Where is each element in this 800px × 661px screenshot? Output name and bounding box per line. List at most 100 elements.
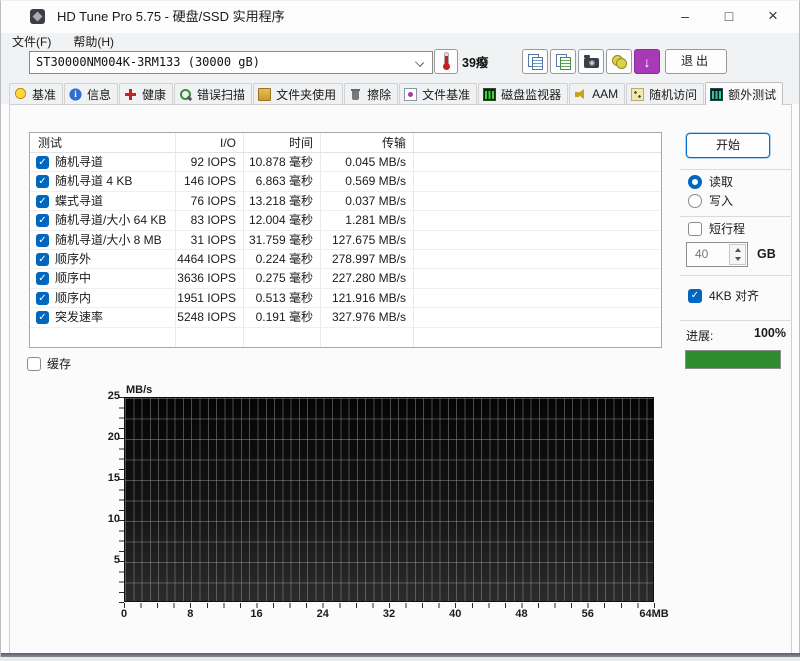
- extra-tests-page: 测试 I/O 时间 传输 随机寻道92 IOPS10.878 毫秒0.045 M…: [9, 104, 792, 654]
- tab-info[interactable]: 信息: [64, 83, 118, 104]
- copy-text-icon: [528, 54, 543, 69]
- size-unit-label: GB: [757, 242, 776, 267]
- tab-error-scan[interactable]: 错误扫描: [174, 83, 252, 104]
- tab-label: 文件基准: [420, 86, 472, 103]
- header-test[interactable]: 测试: [38, 133, 62, 153]
- row-checkbox[interactable]: [36, 175, 49, 188]
- tab-folder-usage[interactable]: 文件夹使用: [253, 83, 343, 104]
- copy-text-button[interactable]: [522, 49, 548, 74]
- table-row[interactable]: 随机寻道92 IOPS10.878 毫秒0.045 MB/s: [30, 153, 661, 172]
- test-name: 顺序内: [55, 289, 91, 308]
- row-checkbox[interactable]: [36, 214, 49, 227]
- io-value: 146 IOPS: [175, 172, 236, 191]
- exit-button[interactable]: 退出: [665, 49, 727, 74]
- test-name: 随机寻道: [55, 153, 103, 172]
- transfer-value: 278.997 MB/s: [320, 250, 406, 269]
- short-stroke-label[interactable]: 短行程: [709, 222, 745, 237]
- tab-disk-monitor[interactable]: 磁盘监视器: [478, 83, 568, 104]
- short-stroke-checkbox[interactable]: [688, 222, 702, 236]
- row-checkbox[interactable]: [36, 253, 49, 266]
- test-name: 随机寻道/大小 8 MB: [55, 231, 162, 250]
- spin-down-button[interactable]: [730, 255, 745, 265]
- maximize-button[interactable]: □: [707, 1, 751, 33]
- window-title: HD Tune Pro 5.75 - 硬盘/SSD 实用程序: [57, 1, 285, 33]
- write-label[interactable]: 写入: [709, 194, 733, 209]
- spin-up-button[interactable]: [730, 245, 745, 255]
- tab-aam[interactable]: AAM: [569, 83, 625, 104]
- menu-help[interactable]: 帮助(H): [62, 33, 125, 51]
- minimize-button[interactable]: –: [663, 1, 707, 33]
- app-logo-icon: [30, 9, 45, 24]
- row-checkbox[interactable]: [36, 156, 49, 169]
- row-checkbox[interactable]: [36, 234, 49, 247]
- download-button[interactable]: ↓: [634, 49, 660, 74]
- row-checkbox[interactable]: [36, 292, 49, 305]
- table-row[interactable]: 突发速率5248 IOPS0.191 毫秒327.976 MB/s: [30, 308, 661, 327]
- test-name: 随机寻道/大小 64 KB: [55, 211, 166, 230]
- spinner-buttons: [729, 244, 746, 265]
- row-checkbox[interactable]: [36, 311, 49, 324]
- tab-file-benchmark[interactable]: 文件基准: [399, 83, 477, 104]
- menu-file[interactable]: 文件(F): [1, 33, 62, 51]
- table-row[interactable]: 随机寻道/大小 64 KB83 IOPS12.004 毫秒1.281 MB/s: [30, 211, 661, 230]
- cache-label[interactable]: 缓存: [47, 357, 71, 372]
- camera-icon: [584, 58, 599, 68]
- table-row[interactable]: 随机寻道 4 KB146 IOPS6.863 毫秒0.569 MB/s: [30, 172, 661, 191]
- time-value: 31.759 毫秒: [243, 231, 313, 250]
- row-checkbox[interactable]: [36, 195, 49, 208]
- time-value: 0.275 毫秒: [243, 269, 313, 288]
- disk-monitor-icon: [483, 88, 496, 101]
- donate-button[interactable]: [606, 49, 632, 74]
- align-4kb-checkbox[interactable]: [688, 289, 702, 303]
- read-radio[interactable]: [688, 175, 702, 189]
- copy-image-button[interactable]: [550, 49, 576, 74]
- tab-label: AAM: [590, 87, 620, 101]
- table-row[interactable]: 蝶式寻道76 IOPS13.218 毫秒0.037 MB/s: [30, 192, 661, 211]
- tab-label: 信息: [85, 86, 113, 103]
- header-transfer[interactable]: 传输: [320, 133, 406, 153]
- row-checkbox[interactable]: [36, 272, 49, 285]
- time-value: 13.218 毫秒: [243, 192, 313, 211]
- header-io[interactable]: I/O: [175, 133, 236, 153]
- aam-icon: [574, 88, 587, 101]
- tab-label: 磁盘监视器: [499, 86, 563, 103]
- y-tick-label: 5: [88, 554, 120, 566]
- table-row[interactable]: 顺序外4464 IOPS0.224 毫秒278.997 MB/s: [30, 250, 661, 269]
- tab-extra-tests[interactable]: 额外测试: [705, 82, 783, 105]
- write-radio[interactable]: [688, 194, 702, 208]
- x-tick-label: 40: [449, 608, 461, 620]
- progress-bar-fill: [686, 351, 780, 368]
- test-name: 顺序外: [55, 250, 91, 269]
- tab-erase[interactable]: 擦除: [344, 83, 398, 104]
- drive-selector[interactable]: ST30000NM004K-3RM133 (30000 gB): [29, 51, 433, 74]
- transfer-value: 327.976 MB/s: [320, 308, 406, 327]
- table-row[interactable]: 顺序内1951 IOPS0.513 毫秒121.916 MB/s: [30, 289, 661, 308]
- close-button[interactable]: ×: [751, 1, 795, 33]
- x-tick-label: 56: [582, 608, 594, 620]
- temperature-button[interactable]: [434, 49, 458, 74]
- transfer-value: 0.569 MB/s: [320, 172, 406, 191]
- time-value: 0.513 毫秒: [243, 289, 313, 308]
- size-spinner[interactable]: 40: [686, 242, 748, 267]
- tab-health[interactable]: 健康: [119, 83, 173, 104]
- align-4kb-label[interactable]: 4KB 对齐: [709, 289, 759, 304]
- table-row[interactable]: 顺序中3636 IOPS0.275 毫秒227.280 MB/s: [30, 269, 661, 288]
- divider: [680, 169, 792, 170]
- y-tick-label: 10: [88, 513, 120, 525]
- download-arrow-icon: ↓: [644, 55, 651, 69]
- table-row[interactable]: 随机寻道/大小 8 MB31 IOPS31.759 毫秒127.675 MB/s: [30, 231, 661, 250]
- start-button[interactable]: 开始: [686, 133, 770, 158]
- arrow-up-icon: [735, 248, 741, 252]
- cache-checkbox[interactable]: [27, 357, 41, 371]
- header-time[interactable]: 时间: [243, 133, 313, 153]
- read-label[interactable]: 读取: [709, 175, 733, 190]
- screenshot-button[interactable]: [578, 49, 604, 74]
- transfer-value: 0.045 MB/s: [320, 153, 406, 172]
- transfer-value: 127.675 MB/s: [320, 231, 406, 250]
- tab-benchmark[interactable]: 基准: [9, 83, 63, 104]
- arrow-down-icon: [735, 257, 741, 261]
- tab-random-access[interactable]: 随机访问: [626, 83, 704, 104]
- divider: [680, 275, 792, 276]
- progress-value: 100%: [686, 326, 786, 340]
- x-tick-label: 16: [250, 608, 262, 620]
